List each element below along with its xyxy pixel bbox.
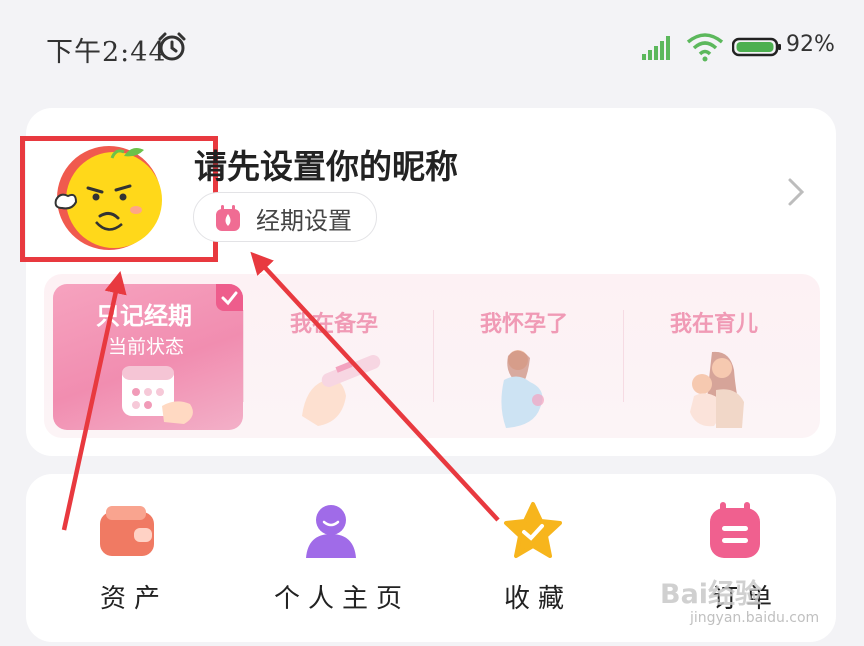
divider	[433, 310, 434, 402]
status-option-title: 我怀孕了	[480, 312, 569, 337]
shortcut-label-favorites[interactable]: 收藏	[504, 578, 572, 615]
period-settings-label: 经期设置	[256, 207, 352, 235]
wifi-icon	[686, 33, 724, 62]
calendar-icon[interactable]	[704, 500, 766, 562]
period-settings-button[interactable]: 经期设置	[193, 192, 377, 242]
divider	[243, 310, 244, 402]
selected-check-icon	[216, 284, 243, 311]
status-option-title: 我在备孕	[290, 312, 379, 337]
alarm-icon	[158, 32, 186, 61]
chevron-right-icon[interactable]	[784, 176, 808, 208]
watermark-logo: Bai经验	[660, 579, 763, 610]
status-bar: 下午2:44 92%	[0, 0, 864, 96]
star-icon[interactable]	[502, 500, 564, 562]
pregnant-woman-illustration	[501, 350, 544, 428]
shortcut-label-profile[interactable]: 个人主页	[274, 578, 410, 615]
user-icon[interactable]	[300, 500, 362, 562]
status-option-title: 我在育儿	[670, 312, 759, 337]
signal-icon	[642, 36, 670, 60]
status-option-subtitle: 当前状态	[108, 336, 185, 358]
mother-baby-illustration	[690, 351, 744, 428]
period-drop-icon	[216, 205, 240, 231]
avatar[interactable]	[50, 140, 168, 252]
battery-icon	[732, 37, 781, 57]
shortcut-label-assets[interactable]: 资产	[100, 578, 168, 615]
wallet-icon[interactable]	[96, 500, 158, 562]
status-option-title: 只记经期	[96, 302, 192, 330]
calendar-hand-illustration	[122, 366, 193, 424]
clock-time: 下午2:44	[46, 37, 167, 68]
divider	[623, 310, 624, 402]
watermark-url: jingyan.baidu.com	[690, 610, 820, 626]
pregnancy-test-illustration	[302, 355, 381, 426]
nickname-title[interactable]: 请先设置你的昵称	[194, 140, 458, 188]
battery-percent: 92%	[786, 32, 835, 57]
